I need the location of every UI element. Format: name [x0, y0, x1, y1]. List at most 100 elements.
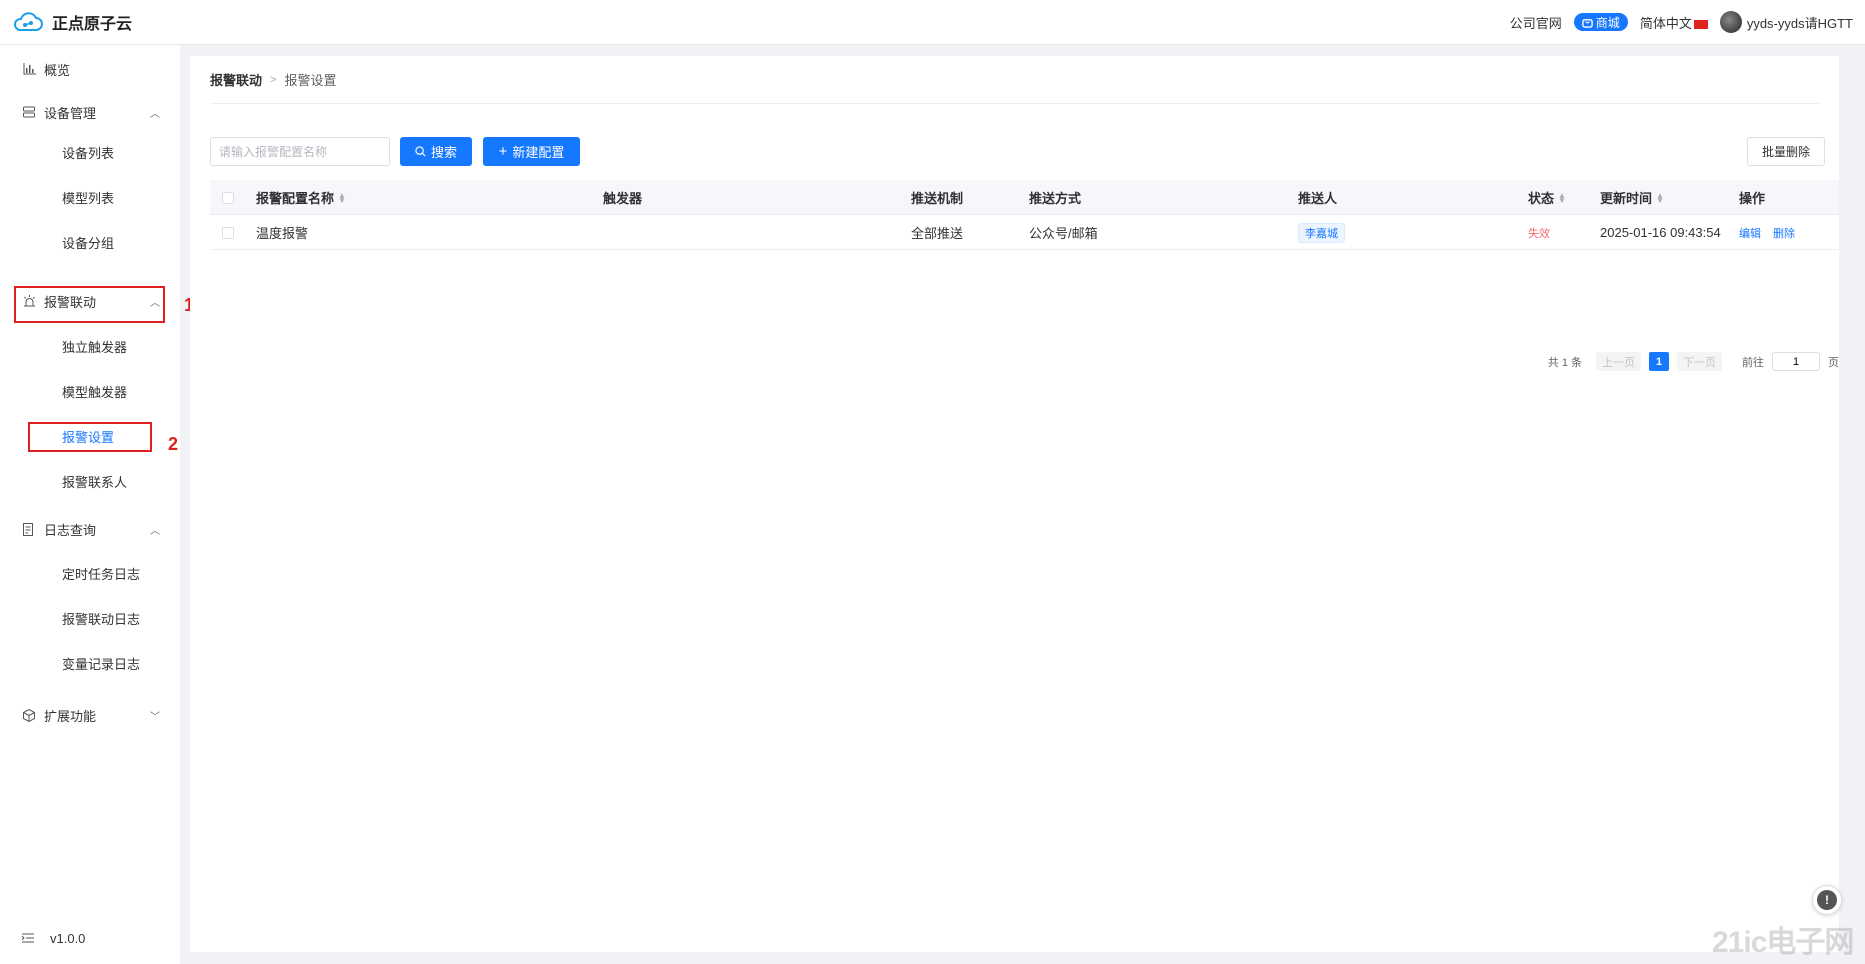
brand[interactable]: 正点原子云	[12, 10, 132, 34]
version-label: v1.0.0	[50, 931, 86, 946]
row-checkbox[interactable]	[222, 215, 234, 250]
avatar	[1719, 11, 1742, 33]
chevron-right-icon: >	[270, 73, 277, 86]
sidebar-item-label: 概览	[44, 62, 71, 78]
brand-name: 正点原子云	[52, 16, 133, 33]
cell-name: 温度报警	[256, 226, 309, 241]
version-footer: v1.0.0	[21, 931, 86, 946]
user-menu[interactable]: yyds-yyds请HGTT	[1719, 11, 1853, 33]
sidebar-sub-device-list[interactable]: 设备列表	[0, 134, 180, 170]
sidebar-sub-model-list[interactable]: 模型列表	[0, 179, 180, 215]
cell-actions: 编辑 删除	[1739, 215, 1807, 250]
shop-icon	[1582, 18, 1593, 28]
breadcrumb-root[interactable]: 报警联动	[210, 70, 262, 89]
col-method: 推送方式	[1029, 191, 1082, 206]
col-person: 推送人	[1298, 191, 1338, 206]
prev-page-button[interactable]: 上一页	[1596, 352, 1641, 371]
watermark-logo: 21ic电子网	[1712, 926, 1854, 959]
col-updated-label: 更新时间	[1600, 191, 1653, 206]
menu-collapse-icon[interactable]	[21, 931, 34, 946]
help-float-button[interactable]: !	[1812, 885, 1842, 915]
table-row: 温度报警 全部推送 公众号/邮箱 李嘉城 失效 2025-01-16 09:43…	[210, 215, 1839, 250]
table-header: 报警配置名称 ▲ ▼ 触发器 推送机制 推送方式 推送人 状态 ▲ ▼ 更新时间 ▲ ▼ 操…	[210, 180, 1839, 215]
col-name[interactable]: 报警配置名称 ▲ ▼	[256, 180, 346, 215]
divider	[210, 103, 1819, 104]
sidebar-sub-alarm-contacts[interactable]: 报警联系人	[0, 463, 180, 499]
sidebar: 概览 设备管理 ︿ 设备列表 模型列表 设备分组 报警联动 ︿ 独立触发器 模型…	[0, 45, 180, 964]
select-all-checkbox[interactable]	[222, 180, 234, 215]
sort-icon: ▲ ▼	[1656, 190, 1664, 205]
next-page-button[interactable]: 下一页	[1677, 352, 1722, 371]
breadcrumb: 报警联动 > 报警设置	[210, 70, 336, 89]
annotation-box-1	[14, 286, 165, 323]
col-actions: 操作	[1739, 191, 1766, 206]
cell-updated: 2025-01-16 09:43:54	[1600, 225, 1721, 240]
sidebar-sub-device-group[interactable]: 设备分组	[0, 224, 180, 260]
chart-icon	[22, 62, 36, 76]
help-icon: !	[1817, 890, 1837, 910]
cell-mechanism: 全部推送	[911, 226, 964, 241]
main-panel: 报警联动 > 报警设置 搜索 + 新建配置 批量删除 报警配置名称▲▼ 触发器 …	[190, 56, 1839, 952]
mall-label: 商城	[1595, 15, 1620, 30]
cube-icon	[22, 708, 36, 722]
col-status[interactable]: 状态 ▲ ▼	[1528, 180, 1566, 215]
batch-delete-button[interactable]: 批量删除	[1747, 137, 1825, 166]
col-updated[interactable]: 更新时间 ▲ ▼	[1600, 180, 1664, 215]
pagination: 共 1 条 上一页 1 下一页 前往 页	[1548, 352, 1839, 371]
sidebar-item-log[interactable]: 日志查询 ︿	[0, 511, 180, 547]
cell-person: 李嘉城	[1298, 215, 1345, 250]
page-unit-label: 页	[1828, 356, 1839, 369]
language-label: 简体中文	[1639, 15, 1692, 31]
goto-label: 前往	[1742, 356, 1764, 369]
sidebar-sub-alarm-log[interactable]: 报警联动日志	[0, 600, 180, 636]
delete-link[interactable]: 删除	[1773, 225, 1795, 241]
sort-icon: ▲ ▼	[338, 190, 346, 205]
alarm-config-table: 报警配置名称 ▲ ▼ 触发器 推送机制 推送方式 推送人 状态 ▲ ▼ 更新时间 ▲ ▼ 操…	[210, 180, 1839, 371]
chevron-down-icon: ﹀	[150, 711, 160, 723]
breadcrumb-current: 报警设置	[284, 73, 337, 88]
sidebar-sub-model-trigger[interactable]: 模型触发器	[0, 373, 180, 409]
annotation-box-2	[28, 422, 152, 452]
new-config-button[interactable]: + 新建配置	[483, 137, 580, 166]
col-status-label: 状态	[1528, 191, 1555, 206]
top-header: 正点原子云 公司官网 商城 简体中文 yyds-yyds请HGTT	[0, 0, 1865, 45]
new-config-label: 新建配置	[512, 145, 565, 160]
sidebar-item-label: 扩展功能	[44, 708, 97, 724]
sort-icon: ▲ ▼	[1558, 190, 1566, 205]
edit-link[interactable]: 编辑	[1739, 225, 1761, 241]
col-mechanism: 推送机制	[911, 191, 964, 206]
status-badge: 失效	[1528, 227, 1550, 240]
sidebar-item-device-mgmt[interactable]: 设备管理 ︿	[0, 94, 180, 130]
annotation-number-2: 2	[168, 434, 179, 454]
search-icon	[415, 146, 426, 157]
page-number-current[interactable]: 1	[1649, 352, 1669, 371]
chevron-up-icon: ︿	[150, 525, 160, 537]
search-button[interactable]: 搜索	[400, 137, 472, 166]
company-site-link[interactable]: 公司官网	[1510, 13, 1562, 32]
cell-method: 公众号/邮箱	[1029, 226, 1098, 241]
person-tag: 李嘉城	[1298, 222, 1345, 243]
page-jump-input[interactable]	[1772, 352, 1820, 371]
log-icon	[22, 522, 36, 536]
search-button-label: 搜索	[430, 145, 457, 160]
chevron-up-icon: ︿	[150, 108, 160, 120]
language-switch[interactable]: 简体中文	[1640, 13, 1708, 32]
sidebar-item-overview[interactable]: 概览	[0, 51, 180, 87]
sidebar-sub-independent-trigger[interactable]: 独立触发器	[0, 328, 180, 364]
sidebar-item-label: 设备管理	[44, 105, 97, 121]
server-icon	[22, 105, 36, 119]
sidebar-item-label: 日志查询	[44, 522, 97, 538]
cloud-logo-icon	[14, 12, 43, 31]
cell-status: 失效	[1528, 215, 1550, 250]
plus-icon: +	[498, 143, 508, 160]
col-name-label: 报警配置名称	[256, 191, 335, 206]
sidebar-item-extension[interactable]: 扩展功能 ﹀	[0, 697, 180, 733]
mall-button[interactable]: 商城	[1573, 13, 1628, 31]
search-input[interactable]	[210, 137, 390, 166]
username: yyds-yyds请HGTT	[1746, 15, 1853, 31]
col-trigger: 触发器	[603, 191, 643, 206]
pagination-total: 共 1 条	[1547, 356, 1582, 369]
sidebar-sub-variable-log[interactable]: 变量记录日志	[0, 645, 180, 681]
flag-icon	[1693, 19, 1708, 29]
sidebar-sub-task-log[interactable]: 定时任务日志	[0, 555, 180, 591]
